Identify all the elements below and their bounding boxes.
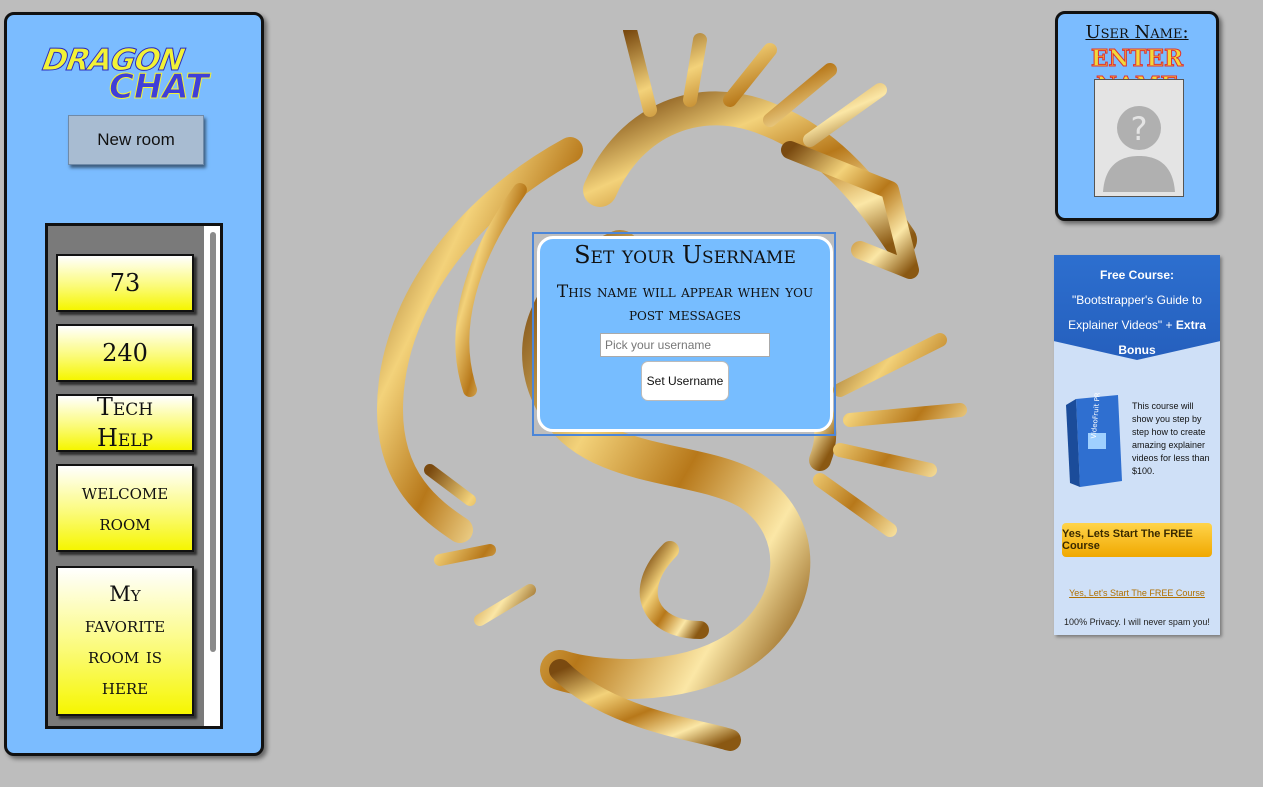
dragon-chat-logo: Dragon Chat bbox=[39, 43, 233, 113]
room-list: 73 240 Tech Help welcome room My favorit… bbox=[45, 223, 223, 729]
username-modal: Set your Username This name will appear … bbox=[537, 236, 833, 432]
advertisement[interactable]: Free Course: "Bootstrapper's Guide to Ex… bbox=[1054, 255, 1220, 635]
room-item-73[interactable]: 73 bbox=[56, 254, 194, 312]
ad-header: Free Course: "Bootstrapper's Guide to Ex… bbox=[1054, 255, 1220, 360]
sidebar: Dragon Chat New room 73 240 Tech Help we… bbox=[4, 12, 264, 756]
ad-header-value: (Valued at $250) bbox=[1093, 368, 1181, 382]
room-item-240[interactable]: 240 bbox=[56, 324, 194, 382]
scrollbar-thumb[interactable] bbox=[210, 232, 216, 652]
ad-privacy-note: 100% Privacy. I will never spam you! bbox=[1064, 617, 1210, 627]
ad-body-text: This course will show you step by step h… bbox=[1132, 401, 1210, 476]
user-panel: User Name: ENTER NAME ? bbox=[1055, 11, 1219, 221]
ad-cta-link[interactable]: Yes, Let's Start The FREE Course bbox=[1054, 588, 1220, 598]
room-item-tech-help[interactable]: Tech Help bbox=[56, 393, 194, 452]
set-username-button[interactable]: Set Username bbox=[640, 361, 730, 401]
ad-cta-button[interactable]: Yes, Lets Start The FREE Course bbox=[1062, 523, 1212, 557]
room-item-my-favorite-room[interactable]: My favorite room is here bbox=[56, 566, 194, 716]
room-item-welcome-room[interactable]: welcome room bbox=[56, 464, 194, 552]
username-input[interactable] bbox=[600, 333, 770, 357]
modal-subtitle: This name will appear when you post mess… bbox=[556, 282, 814, 325]
unknown-user-icon: ? bbox=[1103, 106, 1175, 192]
ad-header-prefix: Free Course: bbox=[1099, 268, 1175, 282]
modal-title: Set your Username bbox=[574, 241, 796, 269]
svg-text:?: ? bbox=[1131, 110, 1148, 148]
room-list-scrollbar[interactable] bbox=[204, 226, 220, 726]
avatar[interactable]: ? bbox=[1094, 79, 1184, 197]
ad-header-plus: + bbox=[1165, 318, 1173, 332]
user-name-label: User Name: bbox=[1085, 22, 1189, 43]
new-room-button[interactable]: New room bbox=[68, 115, 204, 165]
logo-text-chat: Chat bbox=[109, 67, 210, 108]
product-box-image: VideoFruit PRO bbox=[1066, 393, 1122, 487]
